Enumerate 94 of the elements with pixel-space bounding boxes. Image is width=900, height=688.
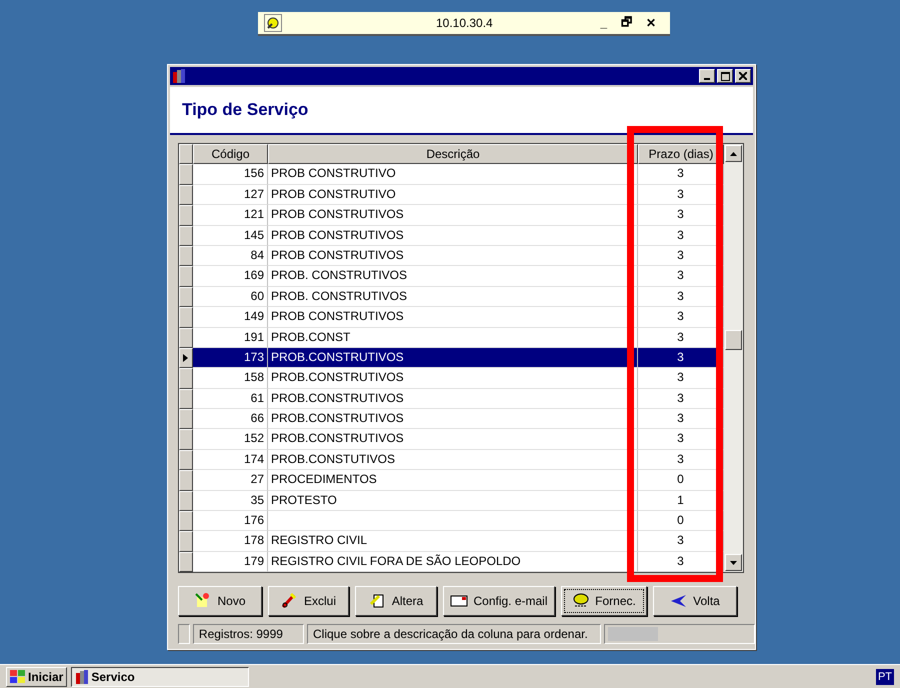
language-indicator[interactable]: PT (876, 669, 894, 685)
table-cell: PROB.CONSTRUTIVOS (268, 368, 638, 389)
row-indicator[interactable] (179, 286, 193, 308)
row-indicator[interactable] (179, 429, 193, 450)
scroll-thumb[interactable] (725, 330, 742, 350)
toolbar-button[interactable]: Volta (653, 586, 737, 616)
row-indicator[interactable] (179, 409, 193, 430)
row-indicator[interactable] (179, 266, 193, 287)
table-cell: PROB CONSTRUTIVOS (268, 226, 638, 246)
column-header[interactable]: Código (193, 144, 268, 164)
row-indicator[interactable] (179, 388, 193, 410)
toolbar-button[interactable]: Exclui (268, 586, 349, 616)
toolbar-button[interactable]: Config. e-mail (443, 586, 555, 616)
row-indicator[interactable] (179, 511, 193, 532)
row-indicator[interactable] (179, 205, 193, 226)
row-indicator[interactable] (179, 348, 193, 368)
row-indicator[interactable] (179, 328, 193, 348)
row-indicator[interactable] (179, 226, 193, 246)
table-cell: REGISTRO CIVIL (268, 531, 638, 552)
scroll-down-button[interactable] (725, 554, 742, 572)
brush-icon (280, 592, 299, 610)
row-indicator[interactable] (179, 552, 193, 572)
table-cell: PROB CONSTRUTIVOS (268, 205, 638, 226)
up-arrow-icon (730, 152, 737, 156)
table-cell: 176 (193, 511, 268, 532)
table-cell: 60 (193, 286, 268, 308)
table-cell: 178 (193, 531, 268, 552)
table-cell: PROB CONSTRUTIVOS (268, 307, 638, 328)
table-cell: PROB.CONSTUTIVOS (268, 450, 638, 470)
row-indicator[interactable] (179, 184, 193, 206)
close-icon (739, 72, 747, 80)
status-panel (178, 624, 190, 644)
close-button[interactable]: ✕ (646, 16, 656, 30)
row-indicator[interactable] (179, 368, 193, 389)
table-cell: PROB. CONSTRUTIVOS (268, 266, 638, 287)
table-cell: 174 (193, 450, 268, 470)
windows-logo-icon (10, 670, 26, 684)
table-cell: 84 (193, 246, 268, 266)
row-indicator[interactable] (179, 450, 193, 470)
pointer-icon (183, 354, 188, 362)
table-cell: 27 (193, 470, 268, 491)
row-indicator[interactable] (179, 531, 193, 552)
column-header[interactable]: Prazo (dias) (638, 144, 724, 164)
table-cell: 149 (193, 307, 268, 328)
maximize-button[interactable] (717, 69, 733, 83)
table-cell: PROCEDIMENTOS (268, 470, 638, 491)
table-cell: REGISTRO CIVIL FORA DE SÃO LEOPOLDO (268, 552, 638, 572)
books-icon (75, 669, 90, 685)
minimize-button[interactable]: _ (600, 16, 607, 30)
scroll-up-button[interactable] (725, 145, 742, 162)
table-cell: 158 (193, 368, 268, 389)
table-cell: 35 (193, 490, 268, 512)
table-cell: 145 (193, 226, 268, 246)
scrollbar[interactable] (724, 144, 743, 572)
row-indicator[interactable] (179, 307, 193, 328)
table-cell: 66 (193, 409, 268, 430)
down-arrow-icon (730, 560, 737, 565)
close-button[interactable] (735, 69, 751, 83)
status-text: Clique sobre a descricação da coluna para ordenar. (306, 624, 602, 644)
toolbar-button[interactable]: Altera (355, 586, 437, 616)
toolbar-button[interactable]: Fornec. (561, 586, 647, 616)
minimize-button[interactable] (699, 69, 715, 83)
row-indicator[interactable] (179, 470, 193, 491)
table-cell: PROB.CONSTRUTIVOS (268, 409, 638, 430)
table-cell: PROTESTO (268, 490, 638, 512)
table-cell: PROB.CONSTRUTIVOS (268, 388, 638, 410)
status-text: Registros: 9999 (192, 624, 304, 644)
toolbar-button[interactable]: Novo (178, 586, 262, 616)
column-header[interactable]: Descrição (268, 144, 638, 164)
table-cell: PROB CONSTRUTIVO (268, 184, 638, 206)
page-heading: Tipo de Serviço (182, 100, 308, 120)
table-cell: 156 (193, 164, 268, 185)
start-button[interactable]: Iniciar (6, 667, 68, 687)
table-cell: PROB. CONSTRUTIVOS (268, 286, 638, 308)
table-cell: PROB.CONSTRUTIVOS (268, 348, 638, 368)
table-cell: 61 (193, 388, 268, 410)
table-cell: PROB CONSTRUTIVO (268, 164, 638, 185)
pin-icon[interactable] (264, 14, 282, 32)
remote-title: 10.10.30.4 (436, 16, 493, 30)
table-cell: 121 (193, 205, 268, 226)
maximize-icon (720, 72, 730, 80)
table-cell: 152 (193, 429, 268, 450)
table-cell: PROB CONSTRUTIVOS (268, 246, 638, 266)
table-cell: PROB.CONSTRUTIVOS (268, 429, 638, 450)
table-cell: 173 (193, 348, 268, 368)
row-indicator[interactable] (179, 490, 193, 512)
books-icon (172, 68, 186, 84)
table-cell: 179 (193, 552, 268, 572)
table-cell: 169 (193, 266, 268, 287)
table-cell: 127 (193, 184, 268, 206)
restore-button[interactable]: 🗗 (621, 12, 632, 34)
taskbar-button[interactable]: Servico (71, 667, 250, 687)
row-indicator[interactable] (179, 246, 193, 266)
row-indicator[interactable] (179, 164, 193, 185)
